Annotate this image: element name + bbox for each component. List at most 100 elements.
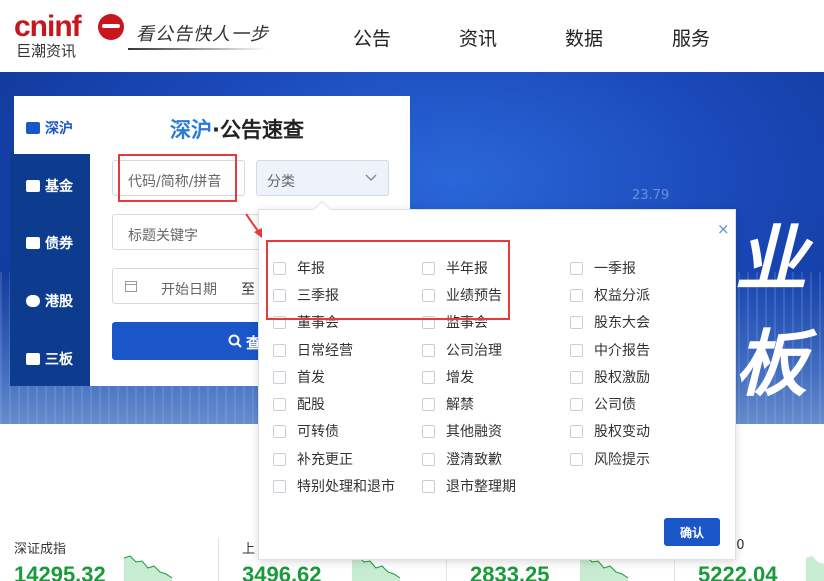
index-divider — [218, 538, 219, 581]
checkbox[interactable] — [422, 424, 435, 438]
category-dividend[interactable]: 权益分派 — [570, 286, 650, 304]
search-button[interactable]: 查 — [112, 322, 268, 360]
category-shareholder-meeting[interactable]: 股东大会 — [570, 313, 650, 331]
index-name: 上 — [242, 542, 256, 557]
category-corporate-bond[interactable]: 公司债 — [570, 395, 636, 413]
category-label: 分类 — [267, 174, 295, 190]
nav-services[interactable]: 服务 — [672, 24, 710, 51]
tab-hk[interactable]: 港股 — [26, 291, 73, 311]
start-date-placeholder: 开始日期 — [161, 282, 217, 298]
slogan: 看公告快人一步 — [136, 24, 269, 45]
category-label: 可转债 — [297, 424, 339, 440]
board-chinext[interactable]: 创业板 — [174, 434, 222, 458]
panel-title-highlight: 深沪 — [170, 118, 212, 142]
board-hk[interactable]: 港股 — [174, 470, 206, 494]
board-sme[interactable]: 中小板 — [95, 434, 143, 458]
checkbox[interactable] — [273, 479, 286, 493]
board-fund[interactable]: 基金 — [14, 470, 46, 494]
cninfo-logo[interactable]: cninf 巨潮资讯 — [14, 10, 124, 60]
category-ipo[interactable]: 首发 — [273, 368, 325, 386]
index-value: 5222.04 — [698, 562, 778, 581]
category-risk-warning[interactable]: 风险提示 — [570, 450, 650, 468]
category-convertible-bond[interactable]: 可转债 — [273, 422, 339, 440]
category-select[interactable]: 分类 — [256, 160, 389, 196]
keyword-input[interactable]: 标题关键字 — [112, 214, 262, 250]
bond-icon — [26, 237, 40, 249]
index-sparkline — [806, 556, 824, 581]
checkbox[interactable] — [273, 370, 286, 384]
category-lockup-release[interactable]: 解禁 — [422, 395, 474, 413]
tab-fund[interactable]: 基金 — [26, 176, 73, 196]
annotation-box-categories — [266, 240, 510, 320]
logo-wordmark: cninf — [14, 10, 82, 43]
board-icon — [26, 353, 40, 365]
index-value: 2833.25 — [470, 562, 550, 581]
nav-data[interactable]: 数据 — [565, 24, 603, 51]
category-label: 增发 — [446, 370, 474, 386]
confirm-label: 确认 — [680, 526, 705, 540]
category-label: 股东大会 — [594, 315, 650, 331]
checkbox[interactable] — [422, 343, 435, 357]
checkbox[interactable] — [273, 424, 286, 438]
tab-bond[interactable]: 债券 — [26, 233, 73, 253]
category-clarification-apology[interactable]: 澄清致歉 — [422, 450, 502, 468]
board-suspension[interactable]: 停复牌 — [739, 470, 787, 494]
checkbox[interactable] — [422, 479, 435, 493]
checkbox[interactable] — [273, 397, 286, 411]
category-q1-report[interactable]: 一季报 — [570, 259, 636, 277]
checkbox[interactable] — [422, 452, 435, 466]
index-sparkline — [124, 555, 172, 581]
category-other-financing[interactable]: 其他融资 — [422, 422, 502, 440]
category-label: 特别处理和退市 — [297, 479, 395, 495]
tab-neeq[interactable]: 三板 — [26, 349, 73, 369]
category-label: 公司债 — [594, 397, 636, 413]
category-intermediary-report[interactable]: 中介报告 — [570, 341, 650, 359]
category-label: 退市整理期 — [446, 479, 516, 495]
category-equity-incentive[interactable]: 股权激励 — [570, 368, 650, 386]
category-label: 澄清致歉 — [446, 452, 502, 468]
close-icon[interactable]: × — [717, 220, 730, 238]
nav-news[interactable]: 资讯 — [459, 24, 497, 51]
category-rights-issue[interactable]: 配股 — [273, 395, 325, 413]
board-sz-main[interactable]: 深主板 — [14, 434, 62, 458]
category-equity-change[interactable]: 股权变动 — [570, 422, 650, 440]
checkbox[interactable] — [273, 452, 286, 466]
tab-label: 三板 — [45, 352, 73, 368]
checkbox[interactable] — [422, 370, 435, 384]
category-label: 股权激励 — [594, 370, 650, 386]
category-daily-operations[interactable]: 日常经营 — [273, 341, 353, 359]
category-label: 日常经营 — [297, 343, 353, 359]
chevron-down-icon — [365, 174, 377, 181]
tab-label: 深沪 — [45, 121, 73, 137]
category-corporate-governance[interactable]: 公司治理 — [422, 341, 502, 359]
checkbox[interactable] — [570, 370, 583, 384]
checkbox[interactable] — [570, 397, 583, 411]
checkbox[interactable] — [570, 261, 583, 275]
checkbox[interactable] — [570, 288, 583, 302]
category-correction[interactable]: 补充更正 — [273, 450, 353, 468]
confirm-button[interactable]: 确认 — [664, 518, 720, 546]
search-icon — [228, 334, 242, 348]
panel-title: 深沪·公告速查 — [170, 114, 304, 144]
category-delisting-period[interactable]: 退市整理期 — [422, 477, 516, 495]
nav-announcements[interactable]: 公告 — [353, 24, 391, 51]
category-special-treatment-delisting[interactable]: 特别处理和退市 — [273, 477, 395, 495]
tab-shenhu[interactable]: 深沪 — [26, 118, 73, 138]
index-name: 深证成指 — [14, 542, 67, 557]
checkbox[interactable] — [570, 315, 583, 329]
category-label: 公司治理 — [446, 343, 502, 359]
checkbox[interactable] — [570, 424, 583, 438]
board-margin-trading[interactable]: 融资融券 — [739, 434, 803, 458]
checkbox[interactable] — [570, 452, 583, 466]
checkbox[interactable] — [422, 397, 435, 411]
checkbox[interactable] — [570, 343, 583, 357]
index-value: 3496.62 — [242, 562, 322, 581]
board-bond[interactable]: 债券 — [95, 470, 127, 494]
checkbox[interactable] — [273, 343, 286, 357]
date-range-input[interactable]: 开始日期 至 — [112, 268, 262, 304]
category-label: 中介报告 — [594, 343, 650, 359]
chart-icon — [26, 122, 40, 134]
fund-icon — [26, 180, 40, 192]
category-additional-issuance[interactable]: 增发 — [422, 368, 474, 386]
tab-label: 债券 — [45, 236, 73, 252]
